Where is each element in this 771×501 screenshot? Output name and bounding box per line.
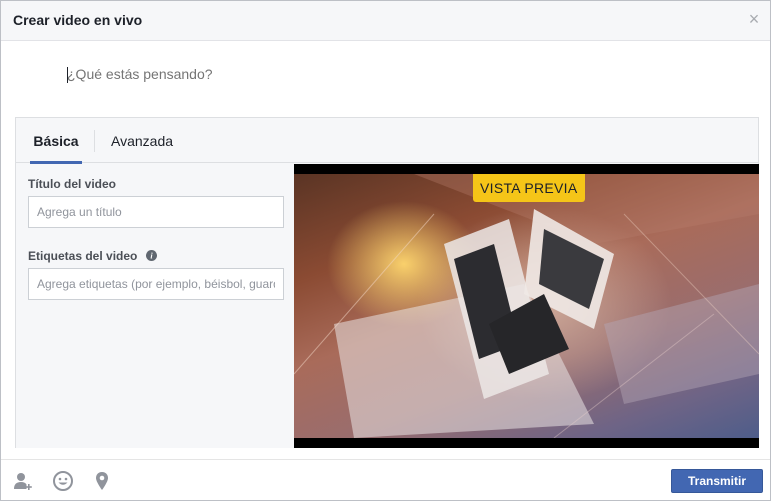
settings-panel: Básica Avanzada Título del video Etiquet… [15,117,759,448]
video-tags-label: Etiquetas del video [28,249,138,263]
tab-advanced[interactable]: Avanzada [111,118,173,163]
dialog-header: Crear video en vivo × [1,1,770,41]
dialog-title: Crear video en vivo [13,12,143,28]
video-form: Título del video Etiquetas del video i [16,164,294,448]
video-title-input[interactable] [28,196,284,228]
tag-people-icon[interactable] [13,470,35,492]
close-icon[interactable]: × [746,10,762,28]
dialog-footer: Transmitir [1,459,770,500]
preview-video-frame: VISTA PREVIA [294,174,759,438]
tab-bar: Básica Avanzada [16,118,758,164]
info-icon[interactable]: i [145,250,157,261]
video-title-label: Título del video [28,177,117,191]
emoji-icon[interactable] [52,470,74,492]
video-tags-label-row: Etiquetas del video i [28,249,157,263]
transmit-button[interactable]: Transmitir [671,469,763,493]
video-tags-input[interactable] [28,268,284,300]
text-caret [67,67,68,83]
tab-basic[interactable]: Básica [30,118,82,164]
video-preview: VISTA PREVIA [294,164,759,448]
tab-divider [94,130,95,152]
composer [1,42,770,116]
preview-video-image [294,174,759,438]
location-pin-icon[interactable] [91,470,113,492]
live-video-dialog: Crear video en vivo × Básica Avanzada Tí… [0,0,771,501]
preview-badge: VISTA PREVIA [473,174,585,202]
status-input[interactable] [67,66,667,82]
